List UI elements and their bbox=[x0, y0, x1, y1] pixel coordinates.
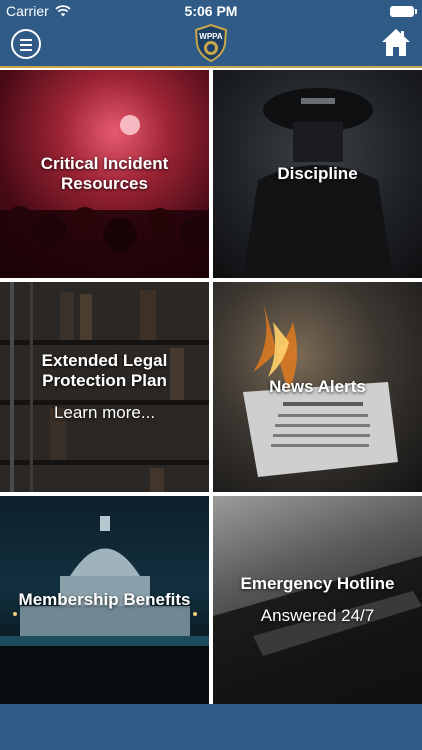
tile-title: Discipline bbox=[277, 164, 358, 183]
badge-icon bbox=[194, 23, 228, 63]
tile-discipline[interactable]: Discipline bbox=[213, 70, 422, 278]
tile-title: News Alerts bbox=[269, 377, 366, 396]
battery-icon bbox=[390, 6, 417, 17]
tile-title: Critical Incident Resources bbox=[40, 154, 169, 193]
tile-title: Emergency Hotline bbox=[240, 574, 395, 593]
nav-divider bbox=[0, 66, 422, 68]
house-icon[interactable] bbox=[381, 27, 411, 57]
bottom-bar bbox=[0, 704, 422, 750]
hamburger-menu-icon[interactable] bbox=[11, 29, 41, 59]
tile-news-alerts[interactable]: News Alerts bbox=[213, 282, 422, 492]
nav-bar: WPPA bbox=[0, 22, 422, 66]
tile-title: Extended Legal Protection Plan bbox=[41, 351, 168, 390]
phone-image bbox=[213, 556, 422, 704]
status-bar: Carrier 5:06 PM bbox=[0, 0, 422, 22]
tile-membership-benefits[interactable]: Membership Benefits bbox=[0, 496, 209, 704]
learn-more-link[interactable]: Learn more... bbox=[54, 403, 155, 423]
tile-grid: Critical Incident Resources Discipline E… bbox=[0, 70, 422, 704]
status-time: 5:06 PM bbox=[184, 3, 238, 19]
wppa-logo: WPPA bbox=[194, 23, 228, 63]
tile-critical-incident-resources[interactable]: Critical Incident Resources bbox=[0, 70, 209, 278]
logo-text: WPPA bbox=[199, 32, 223, 41]
tile-title: Membership Benefits bbox=[18, 590, 191, 609]
tile-emergency-hotline[interactable]: Emergency Hotline Answered 24/7 bbox=[213, 496, 422, 704]
tile-extended-legal-protection-plan[interactable]: Extended Legal Protection Plan Learn mor… bbox=[0, 282, 209, 492]
hotline-subtitle: Answered 24/7 bbox=[260, 606, 375, 625]
